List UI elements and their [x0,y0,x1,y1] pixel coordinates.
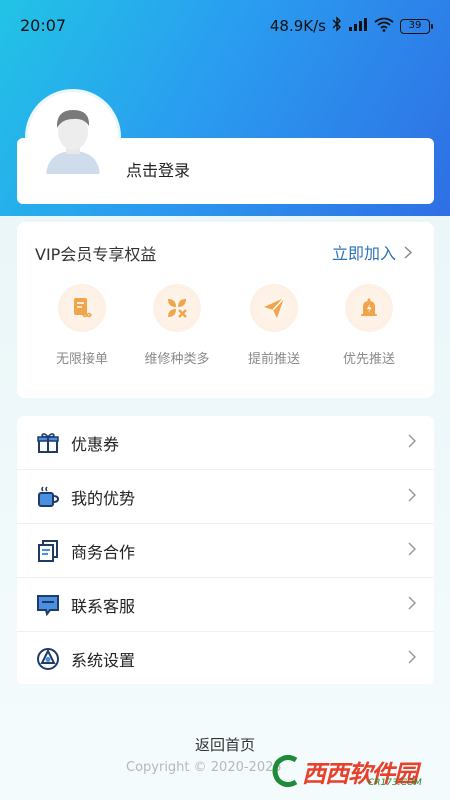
chevron-right-icon [408,542,416,556]
chevron-right-icon [408,596,416,610]
vip-item-label: 无限接单 [55,352,108,367]
settings-icon [35,646,61,672]
vip-item-label: 优先推送 [342,352,395,367]
menu-item-label: 联系客服 [71,596,136,616]
avatar[interactable] [28,92,118,182]
vip-join-label: 立即加入 [331,244,396,263]
battery-icon: 39 [400,18,433,34]
vip-join-button[interactable]: 立即加入 [332,240,412,264]
vip-benefits-card: VIP会员专享权益 立即加入 无限接单 维修种类多 提前推送 优先推送 [17,222,434,398]
menu-item-business-cooperation[interactable]: 商务合作 [17,524,434,578]
chevron-right-icon [408,434,416,448]
menu-item-my-advantages[interactable]: 我的优势 [17,470,434,524]
menu-item-label: 我的优势 [71,488,136,508]
menu-card: 优惠券 我的优势 商务合作 联系客服 系统设置 [17,416,434,684]
menu-item-system-settings[interactable]: 系统设置 [17,632,434,686]
menu-item-label: 优惠券 [71,434,120,454]
watermark-logo: 西西软件园 CR173.COM [272,748,436,794]
vip-item-repair-types[interactable]: 维修种类多 [132,284,222,367]
document-infinity-icon [58,284,106,332]
status-bar: 20:07 48.9K/s 39 [0,0,450,52]
watermark-c-icon [272,754,298,788]
vip-item-early-push[interactable]: 提前推送 [229,284,319,367]
network-speed: 48.9K/s [269,17,326,35]
bluetooth-icon [332,16,342,36]
menu-item-label: 商务合作 [71,542,136,562]
menu-item-coupons[interactable]: 优惠券 [17,416,434,470]
menu-item-label: 系统设置 [71,651,136,670]
document-icon [35,538,61,564]
chevron-right-icon [408,488,416,502]
wifi-icon [374,17,394,36]
menu-item-customer-service[interactable]: 联系客服 [17,578,434,632]
vip-title: VIP会员专享权益 [35,245,157,264]
signal-icon [348,17,368,35]
chevron-right-icon [408,650,416,664]
gift-icon [35,430,61,456]
watermark-sub: CR173.COM [368,778,422,788]
vip-item-priority-push[interactable]: 优先推送 [324,284,414,367]
vip-item-label: 提前推送 [247,352,300,367]
user-avatar-icon [28,92,118,182]
grid-clover-icon [153,284,201,332]
chevron-right-icon [404,245,412,259]
chat-icon [35,592,61,618]
paper-plane-icon [250,284,298,332]
cup-icon [35,484,61,510]
login-link[interactable]: 点击登录 [126,157,190,181]
copyright-text: Copyright © 2020-2025 [126,760,282,775]
vip-item-unlimited-orders[interactable]: 无限接单 [37,284,127,367]
status-indicators: 48.9K/s 39 [269,16,433,36]
bell-icon [345,284,393,332]
vip-item-label: 维修种类多 [144,352,210,367]
status-time: 20:07 [20,16,67,35]
